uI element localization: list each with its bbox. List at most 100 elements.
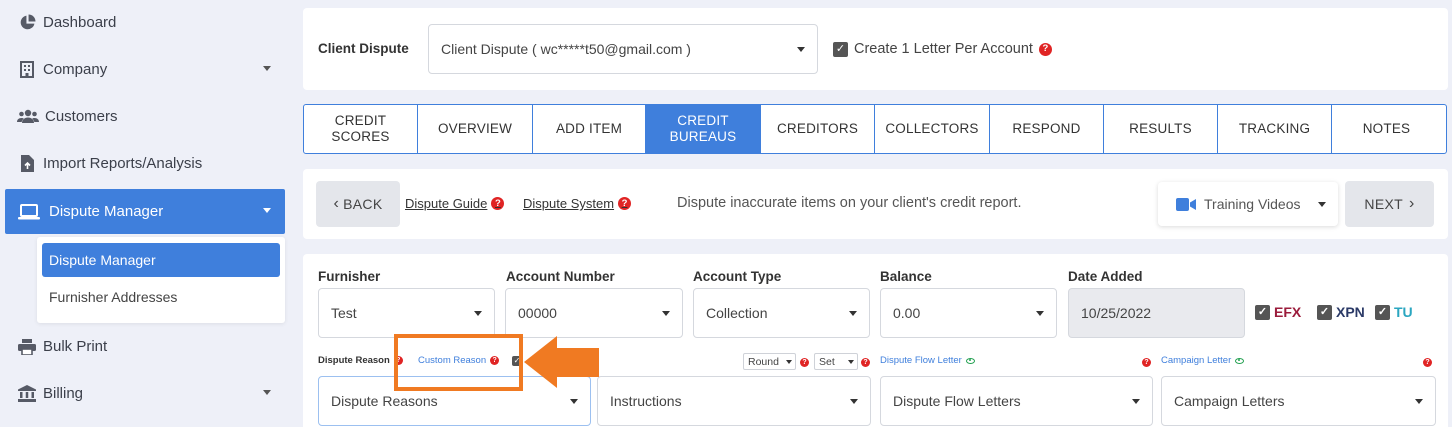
create-letter-checkbox[interactable]: ✓ [833,41,848,57]
furnisher-select[interactable]: Test [318,288,495,338]
sidebar-item-dispute-manager[interactable]: Dispute Manager [5,189,285,234]
help-icon[interactable]: ? [1423,358,1432,367]
chevron-down-icon [1132,399,1140,404]
dispute-system-link[interactable]: Dispute System ? [523,196,632,211]
efx-checkbox[interactable]: ✓ [1255,304,1270,320]
efx-option: ✓ EFX [1255,304,1301,320]
account-type-label: Account Type [693,269,782,284]
sidebar: Dashboard Company Customers Import Repor… [0,0,292,427]
tab-overview[interactable]: OVERVIEW [418,105,533,153]
xpn-option: ✓ XPN [1317,304,1365,320]
chevron-down-icon [474,311,482,316]
account-number-label: Account Number [506,269,615,284]
tab-collectors[interactable]: COLLECTORS [875,105,990,153]
submenu-item-furnisher-addresses[interactable]: Furnisher Addresses [42,280,280,314]
account-number-select[interactable]: 00000 [505,288,683,338]
chevron-down-icon [1036,311,1044,316]
dispute-guide-link[interactable]: Dispute Guide ? [405,196,505,211]
chevron-right-icon: › [1408,195,1415,212]
back-button[interactable]: ‹ BACK [316,181,400,227]
section-tabs: CREDIT SCORES OVERVIEW ADD ITEM CREDIT BUR… [303,104,1447,154]
help-icon[interactable]: ? [800,358,809,367]
sidebar-item-label: Customers [45,108,118,125]
xpn-checkbox[interactable]: ✓ [1317,304,1332,320]
next-button[interactable]: NEXT › [1345,181,1434,227]
tab-add-item[interactable]: ADD ITEM [533,105,646,153]
client-dispute-label: Client Dispute [318,41,409,56]
round-select[interactable]: Round [743,353,796,370]
eye-icon[interactable] [1235,357,1245,364]
dispute-flow-letters-select[interactable]: Dispute Flow Letters [880,376,1153,426]
instructions-select[interactable]: Instructions [597,376,871,426]
chevron-down-icon [263,390,271,395]
campaign-letters-select[interactable]: Campaign Letters [1161,376,1436,426]
dispute-manager-submenu: Dispute Manager Furnisher Addresses [37,237,285,323]
sidebar-item-billing[interactable]: Billing [5,371,285,416]
sidebar-item-company[interactable]: Company [5,47,285,92]
tu-checkbox[interactable]: ✓ [1375,304,1390,320]
create-letter-label: Create 1 Letter Per Account [854,41,1033,57]
printer-icon [17,337,37,357]
tab-creditors[interactable]: CREDITORS [761,105,875,153]
bank-icon [17,384,37,404]
sidebar-item-customers[interactable]: Customers [5,94,285,139]
tab-credit-bureaus[interactable]: CREDIT BUREAUS [646,105,761,153]
annotation-highlight-box [394,334,523,391]
tab-credit-scores[interactable]: CREDIT SCORES [304,105,418,153]
sidebar-item-dashboard[interactable]: Dashboard [5,0,285,45]
laptop-icon [17,202,41,222]
help-icon[interactable]: ? [1038,42,1052,56]
tu-label: TU [1394,304,1413,320]
chevron-down-icon [848,360,854,364]
sidebar-item-bulk-print[interactable]: Bulk Print [5,324,285,369]
chevron-down-icon [570,399,578,404]
chevron-down-icon [662,311,670,316]
create-letter-option: ✓ Create 1 Letter Per Account ? [833,41,1052,57]
sidebar-item-label: Company [43,61,108,78]
eye-icon[interactable] [965,357,975,364]
tab-respond[interactable]: RESPOND [990,105,1104,153]
account-type-select[interactable]: Collection [693,288,870,338]
client-dispute-card: Client Dispute Client Dispute ( wc*****t… [303,8,1448,90]
efx-label: EFX [1274,304,1302,320]
dispute-reason-label-group: Dispute Reason ? [318,355,403,366]
chevron-down-icon [1415,399,1423,404]
building-icon [17,60,37,80]
users-icon [17,107,39,127]
page-description: Dispute inaccurate items on your client'… [677,195,1022,211]
chevron-down-icon [263,66,271,71]
submenu-item-dispute-manager[interactable]: Dispute Manager [42,243,280,277]
xpn-label: XPN [1336,304,1365,320]
furnisher-label: Furnisher [318,269,381,284]
sidebar-item-label: Import Reports/Analysis [43,155,203,172]
balance-select[interactable]: 0.00 [880,288,1057,338]
date-added-field[interactable]: 10/25/2022 [1068,288,1245,338]
help-icon[interactable]: ? [861,358,870,367]
date-added-label: Date Added [1068,269,1143,284]
sidebar-item-label: Billing [43,385,84,402]
chevron-down-icon [849,311,857,316]
chevron-down-icon [797,47,805,52]
tab-results[interactable]: RESULTS [1104,105,1218,153]
help-icon[interactable]: ? [1142,358,1151,367]
video-camera-icon [1176,197,1196,211]
chevron-down-icon [263,208,271,213]
file-import-icon [17,154,37,174]
chevron-down-icon [786,360,792,364]
tab-tracking[interactable]: TRACKING [1218,105,1332,153]
client-dispute-select[interactable]: Client Dispute ( wc*****t50@gmail.com ) [428,24,818,74]
sidebar-item-label: Dashboard [43,14,117,31]
chevron-left-icon: ‹ [333,195,340,212]
chevron-down-icon [1318,202,1326,207]
tab-notes[interactable]: NOTES [1332,105,1441,153]
pie-chart-icon [17,13,37,33]
sidebar-item-import-reports[interactable]: Import Reports/Analysis [5,141,285,186]
client-dispute-value: Client Dispute ( wc*****t50@gmail.com ) [441,41,691,57]
help-icon[interactable]: ? [618,197,632,210]
annotation-arrow-shaft [556,348,599,377]
help-icon[interactable]: ? [491,197,505,210]
set-select[interactable]: Set [814,353,858,370]
campaign-letter-label-group: Campaign Letter [1161,355,1245,366]
balance-label: Balance [880,269,932,284]
training-videos-dropdown[interactable]: Training Videos [1158,182,1338,226]
